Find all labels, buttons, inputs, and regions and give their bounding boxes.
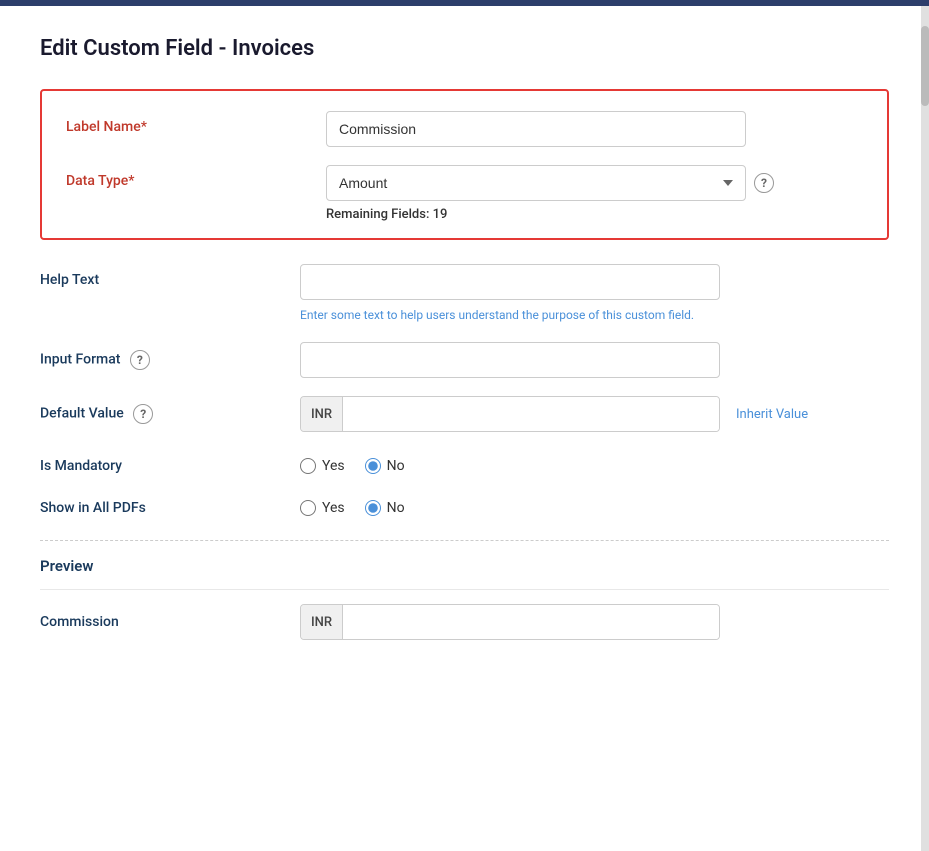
- show-pdfs-no-radio[interactable]: [365, 500, 381, 516]
- show-in-all-pdfs-row: Show in All PDFs Yes No: [40, 492, 889, 516]
- default-value-help-icon[interactable]: ?: [133, 404, 153, 424]
- default-value-field-content: INR Inherit Value: [300, 396, 889, 432]
- label-name-field-content: [326, 111, 863, 147]
- data-type-field-content: Amount Text Number Date Checkbox ? Remai…: [326, 165, 863, 222]
- data-type-select-wrapper: Amount Text Number Date Checkbox ?: [326, 165, 863, 201]
- preview-title: Preview: [40, 557, 889, 575]
- show-in-all-pdfs-field-content: Yes No: [300, 492, 889, 516]
- show-in-all-pdfs-radio-group: Yes No: [300, 492, 889, 516]
- preview-input-wrapper: INR: [300, 604, 889, 640]
- help-text-input[interactable]: [300, 264, 720, 300]
- preview-divider: [40, 540, 889, 541]
- show-pdfs-yes-radio[interactable]: [300, 500, 316, 516]
- show-pdfs-no-label: No: [387, 500, 405, 516]
- default-value-row: Default Value ? INR Inherit Value: [40, 396, 889, 432]
- help-text-field-content: Enter some text to help users understand…: [300, 264, 889, 324]
- preview-field-label: Commission: [40, 614, 300, 630]
- is-mandatory-label: Is Mandatory: [40, 450, 300, 474]
- default-value-label: Default Value ?: [40, 396, 300, 424]
- input-format-help-icon[interactable]: ?: [130, 350, 150, 370]
- show-in-all-pdfs-label: Show in All PDFs: [40, 492, 300, 516]
- default-value-input-wrapper: INR: [300, 396, 720, 432]
- default-value-input[interactable]: [343, 397, 719, 431]
- input-format-input[interactable]: [300, 342, 720, 378]
- is-mandatory-yes-radio[interactable]: [300, 458, 316, 474]
- inherit-value-link[interactable]: Inherit Value: [736, 407, 808, 422]
- is-mandatory-yes-label: Yes: [322, 458, 345, 474]
- label-name-input[interactable]: [326, 111, 746, 147]
- show-pdfs-no-option[interactable]: No: [365, 500, 405, 516]
- is-mandatory-row: Is Mandatory Yes No: [40, 450, 889, 474]
- input-format-field-content: [300, 342, 889, 378]
- preview-input[interactable]: [343, 605, 719, 639]
- is-mandatory-no-option[interactable]: No: [365, 458, 405, 474]
- is-mandatory-yes-option[interactable]: Yes: [300, 458, 345, 474]
- label-name-row: Label Name*: [66, 111, 863, 147]
- is-mandatory-no-label: No: [387, 458, 405, 474]
- is-mandatory-field-content: Yes No: [300, 450, 889, 474]
- data-type-select[interactable]: Amount Text Number Date Checkbox: [326, 165, 746, 201]
- preview-section: Preview Commission INR: [40, 540, 889, 654]
- remaining-fields-text: Remaining Fields: 19: [326, 207, 863, 222]
- scrollbar-thumb[interactable]: [921, 26, 929, 106]
- show-pdfs-yes-label: Yes: [322, 500, 345, 516]
- page-container: Edit Custom Field - Invoices Label Name*…: [0, 6, 929, 851]
- is-mandatory-no-radio[interactable]: [365, 458, 381, 474]
- show-pdfs-yes-option[interactable]: Yes: [300, 500, 345, 516]
- preview-row: Commission INR: [40, 589, 889, 654]
- default-value-wrapper: INR Inherit Value: [300, 396, 889, 432]
- help-text-hint: Enter some text to help users understand…: [300, 306, 720, 324]
- currency-prefix: INR: [301, 397, 343, 431]
- help-text-row: Help Text Enter some text to help users …: [40, 264, 889, 324]
- preview-input-with-prefix: INR: [300, 604, 720, 640]
- scrollbar[interactable]: [921, 6, 929, 851]
- label-name-label: Label Name*: [66, 111, 326, 135]
- preview-currency-prefix: INR: [301, 605, 343, 639]
- page-title: Edit Custom Field - Invoices: [40, 36, 889, 61]
- input-format-label: Input Format ?: [40, 342, 300, 370]
- required-fields-section: Label Name* Data Type* Amount Text Numbe…: [40, 89, 889, 240]
- input-format-row: Input Format ?: [40, 342, 889, 378]
- data-type-label: Data Type*: [66, 165, 326, 189]
- data-type-help-icon[interactable]: ?: [754, 173, 774, 193]
- page-wrapper: Edit Custom Field - Invoices Label Name*…: [0, 0, 929, 851]
- data-type-row: Data Type* Amount Text Number Date Check…: [66, 165, 863, 222]
- help-text-label: Help Text: [40, 264, 300, 288]
- is-mandatory-radio-group: Yes No: [300, 450, 889, 474]
